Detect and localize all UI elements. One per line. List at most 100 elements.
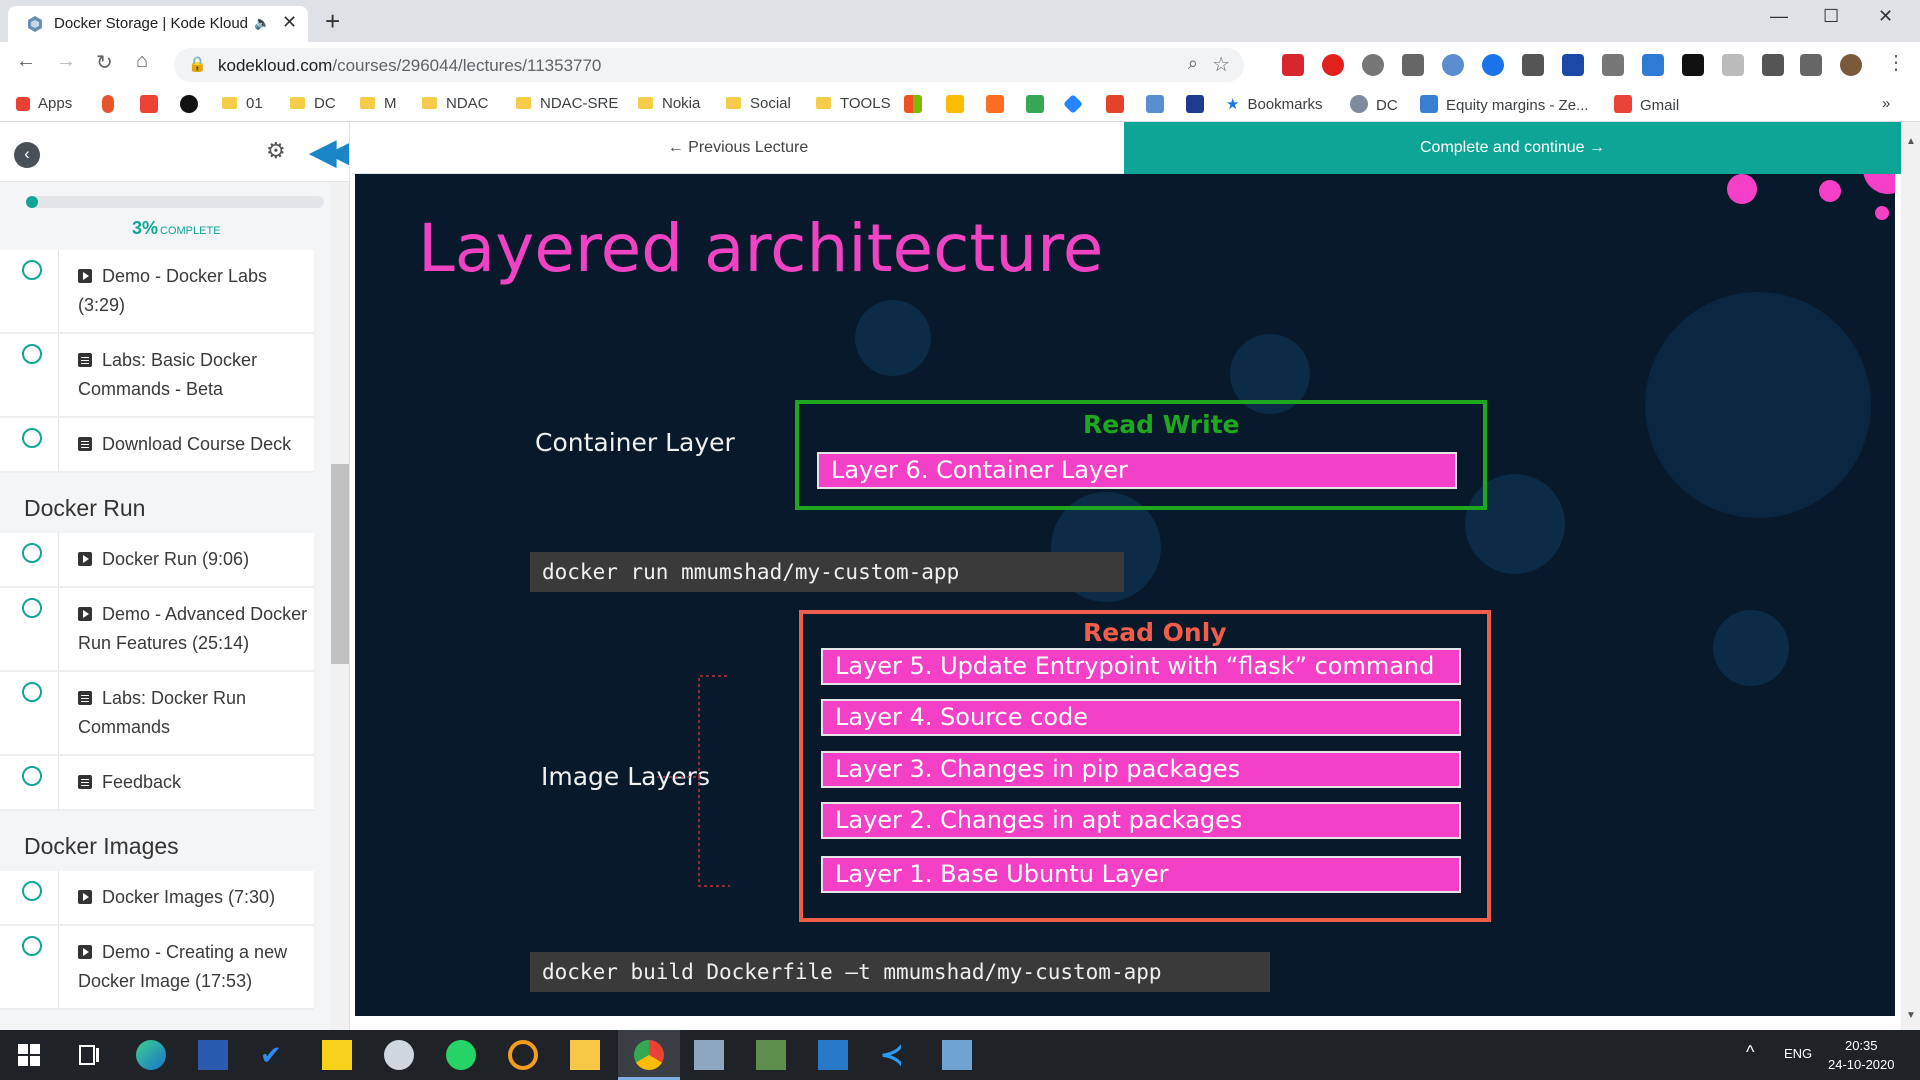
windows-start-icon[interactable]	[14, 1040, 44, 1070]
lesson-item[interactable]: Docker Run (9:06)	[0, 533, 314, 588]
sticky-notes-icon[interactable]	[322, 1040, 352, 1070]
window-close-icon[interactable]: ✕	[1878, 6, 1893, 27]
vscode-icon[interactable]: ≺	[880, 1040, 910, 1070]
bookmark-gitlab[interactable]	[986, 95, 1012, 114]
search-icon[interactable]: ⌕	[1188, 53, 1198, 74]
edge-icon[interactable]	[136, 1040, 166, 1070]
image-editor-icon[interactable]	[756, 1040, 786, 1070]
extension-icon[interactable]	[1602, 54, 1624, 76]
bookmark-jira[interactable]	[1063, 94, 1088, 114]
bookmark-folder-01[interactable]: 01	[222, 95, 263, 112]
tab-close-icon[interactable]: ✕	[282, 12, 297, 33]
app-icon[interactable]	[694, 1040, 724, 1070]
puzzle-icon[interactable]	[1762, 54, 1784, 76]
extension-icon[interactable]	[1362, 54, 1384, 76]
bookmark-bookmarks[interactable]: ★ Bookmarks	[1226, 95, 1322, 113]
bookmark-fire[interactable]	[102, 95, 122, 114]
todo-check-icon[interactable]: ✔	[260, 1040, 290, 1070]
back-arrow-icon[interactable]: ←	[16, 50, 36, 73]
lesson-item[interactable]: Labs: Basic Docker Commands - Beta	[0, 334, 314, 418]
powershell-icon[interactable]	[198, 1040, 228, 1070]
lesson-item[interactable]: Demo - Creating a new Docker Image (17:5…	[0, 926, 314, 1010]
minimize-icon[interactable]: —	[1770, 6, 1788, 27]
bookmark-folder-m[interactable]: M	[360, 95, 397, 112]
bookmark-equity-margins[interactable]: Equity margins - Ze...	[1420, 95, 1589, 114]
whatsapp-icon[interactable]	[446, 1040, 476, 1070]
gear-logo-icon	[1350, 95, 1368, 113]
clock[interactable]: 20:35 24-10-2020	[1828, 1036, 1895, 1074]
lesson-item[interactable]: Demo - Docker Labs (3:29)	[0, 250, 314, 334]
lesson-item[interactable]: Download Course Deck	[0, 418, 314, 473]
collapse-sidebar-icon[interactable]: ◀◀	[310, 132, 349, 172]
bookmark-folder-tools[interactable]: TOOLS	[816, 95, 891, 112]
main-scrollbar[interactable]: ▲ ▼	[1901, 122, 1920, 1030]
adblock-icon[interactable]	[1322, 54, 1344, 76]
avatar[interactable]	[1840, 54, 1862, 76]
bookmark-dc[interactable]: DC	[1350, 95, 1398, 114]
bookmark-folder-dc[interactable]: DC	[290, 95, 336, 112]
bookmark-folder-nokia[interactable]: Nokia	[638, 95, 700, 112]
media-icon[interactable]	[1800, 54, 1822, 76]
bookmark-folder-ndac[interactable]: NDAC	[422, 95, 489, 112]
bookmark-gitlab-2[interactable]	[1106, 95, 1132, 114]
lesson-item[interactable]: Docker Images (7:30)	[0, 871, 314, 926]
bookmark-gmail[interactable]	[140, 95, 166, 114]
lock-icon[interactable]: 🔒	[188, 55, 207, 73]
remote-desktop-icon[interactable]	[942, 1040, 972, 1070]
lesson-item[interactable]: Labs: Docker Run Commands	[0, 672, 314, 756]
language-indicator[interactable]: ENG	[1784, 1046, 1812, 1061]
bookmarks-overflow-icon[interactable]: »	[1882, 95, 1890, 112]
extension-icon[interactable]	[1682, 54, 1704, 76]
menu-kebab-icon[interactable]: ⋮	[1886, 50, 1906, 75]
video-icon	[78, 269, 92, 283]
eyedropper-icon[interactable]	[1522, 54, 1544, 76]
bookmark-gmail-2[interactable]: Gmail	[1614, 95, 1679, 114]
bookmark-apps[interactable]: Apps	[16, 95, 72, 112]
bookmark-folder-ndac-sre[interactable]: NDAC-SRE	[516, 95, 618, 112]
lesson-label: Demo - Creating a new Docker Image (17:5…	[78, 942, 288, 991]
extension-icon[interactable]	[1482, 54, 1504, 76]
bookmark-maps[interactable]	[1026, 95, 1052, 114]
tray-chevron-up-icon[interactable]: ^	[1746, 1042, 1754, 1063]
new-tab-icon[interactable]: +	[325, 6, 340, 37]
previous-lecture-button[interactable]: ← Previous Lecture	[352, 122, 1124, 174]
browser-tab[interactable]: Docker Storage | Kode Kloud 🔈 ✕	[8, 6, 308, 42]
bookmark-star-icon[interactable]: ☆	[1212, 52, 1230, 77]
maximize-icon[interactable]: ☐	[1823, 6, 1839, 27]
scroll-up-icon[interactable]: ▲	[1906, 136, 1916, 147]
bookmark-drive[interactable]	[946, 95, 972, 114]
bookmark-folder-social[interactable]: Social	[726, 95, 791, 112]
course-progress: 3% COMPLETE	[0, 182, 330, 250]
extension-icon[interactable]	[1282, 54, 1304, 76]
tab-audio-icon[interactable]: 🔈	[254, 15, 270, 31]
extension-icon[interactable]	[1642, 54, 1664, 76]
extension-icon[interactable]	[1442, 54, 1464, 76]
bookmark-n[interactable]	[1186, 95, 1212, 114]
back-chevron-icon[interactable]: ‹	[14, 142, 40, 168]
address-bar[interactable]: 🔒 kodekloud.com/courses/296044/lectures/…	[174, 48, 1244, 82]
screen-icon[interactable]	[1562, 54, 1584, 76]
complete-and-continue-button[interactable]: Complete and continue →	[1124, 122, 1901, 174]
extension-icon[interactable]	[1402, 54, 1424, 76]
chrome-active-taskbar-item[interactable]	[618, 1030, 680, 1080]
gear-icon[interactable]: ⚙	[266, 138, 286, 164]
task-view-icon[interactable]	[74, 1040, 104, 1070]
lesson-item[interactable]: Feedback	[0, 756, 314, 811]
reload-icon[interactable]: ↻	[96, 50, 113, 75]
photos-icon[interactable]	[818, 1040, 848, 1070]
lesson-label: Demo - Docker Labs (3:29)	[78, 266, 268, 315]
file-explorer-icon[interactable]	[570, 1040, 600, 1070]
bookmark-microsoft[interactable]	[904, 95, 930, 114]
bookmark-network[interactable]	[1146, 95, 1172, 114]
search-tool-icon[interactable]	[508, 1040, 538, 1070]
sidebar-scroll-thumb[interactable]	[331, 464, 349, 664]
bookmark-github[interactable]	[180, 95, 206, 114]
home-icon[interactable]: ⌂	[136, 50, 148, 73]
incomplete-circle-icon	[22, 766, 42, 786]
extension-icon[interactable]	[1722, 54, 1744, 76]
forward-arrow-icon[interactable]: →	[56, 50, 76, 73]
lesson-item[interactable]: Demo - Advanced Docker Run Features (25:…	[0, 588, 314, 672]
settings-app-icon[interactable]	[384, 1040, 414, 1070]
lesson-label: Docker Images (7:30)	[102, 887, 276, 907]
scroll-down-icon[interactable]: ▼	[1906, 1010, 1916, 1021]
